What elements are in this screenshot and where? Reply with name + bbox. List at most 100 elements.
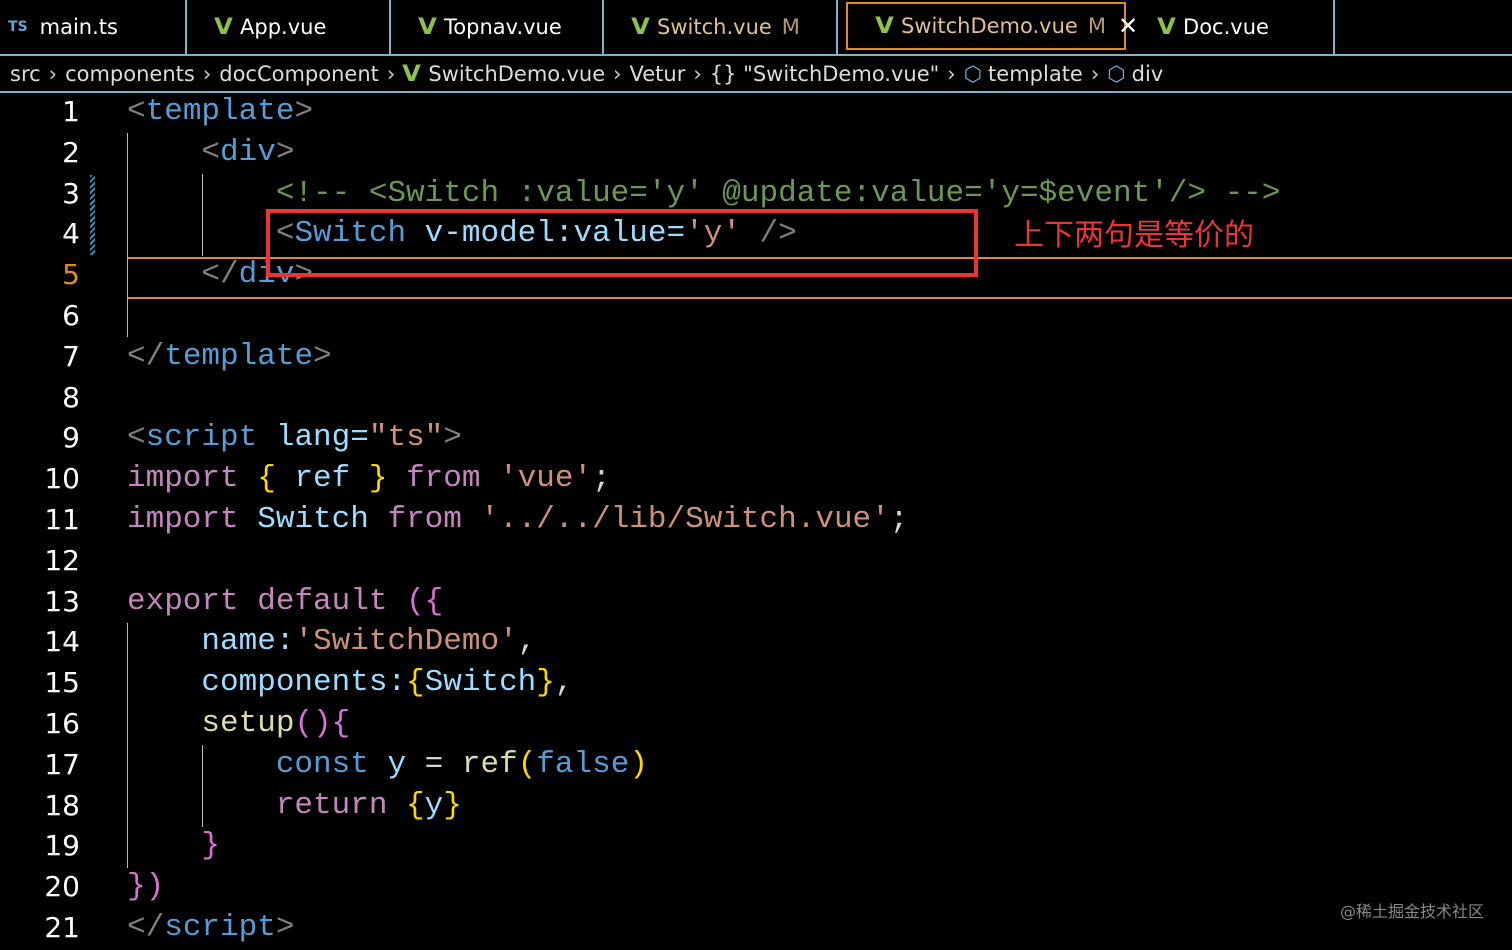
editor-tabs: TS main.ts V App.vue V Topnav.vue V Switch.vue M… — [0, 0, 1512, 56]
line-number: 1 — [62, 95, 80, 128]
code-token: { — [406, 787, 425, 823]
breadcrumb-item[interactable]: template — [988, 62, 1083, 86]
code-token: </ — [201, 257, 239, 293]
code-token: > — [275, 134, 295, 170]
breadcrumb-item[interactable]: src — [10, 62, 41, 86]
code-token: , — [517, 624, 537, 660]
modified-badge: M — [781, 15, 800, 39]
line-content[interactable]: </script> — [127, 908, 294, 949]
code-token: < — [201, 134, 221, 170]
code-line[interactable]: 9 <script lang="ts"> — [0, 418, 1512, 459]
code-token: </ — [127, 338, 165, 374]
code-token: from — [406, 461, 500, 497]
code-line[interactable]: 8 — [0, 378, 1512, 419]
code-token: } — [127, 869, 146, 905]
line-content[interactable]: </template> — [127, 337, 332, 378]
code-token: name: — [127, 624, 295, 660]
annotation-box — [266, 209, 978, 277]
line-number: 4 — [62, 217, 80, 251]
line-content[interactable]: }) — [127, 867, 164, 908]
code-token: import — [127, 461, 258, 497]
code-token: lang= — [257, 420, 369, 456]
code-token: template — [164, 338, 314, 374]
code-line[interactable]: 16 setup(){ — [0, 704, 1512, 745]
line-content[interactable]: setup(){ — [127, 704, 350, 745]
code-line[interactable]: 17 const y = ref(false) — [0, 745, 1512, 786]
chevron-right-icon: › — [1090, 62, 1100, 86]
breadcrumb-item[interactable]: docComponent — [219, 62, 379, 86]
vue-icon: V — [402, 61, 422, 87]
line-number: 12 — [44, 543, 80, 577]
tab-main-ts[interactable]: TS main.ts — [0, 0, 187, 54]
code-line[interactable]: 18 return {y} — [0, 786, 1512, 827]
code-line[interactable]: 11 import Switch from '../../lib/Switch.v… — [0, 500, 1512, 541]
code-token: y — [387, 746, 407, 782]
code-token: components: — [127, 665, 407, 701]
tab-doc-vue[interactable]: V Doc.vue — [1130, 0, 1335, 54]
line-content[interactable]: <script lang="ts"> — [127, 418, 462, 459]
line-number: 15 — [44, 666, 80, 700]
tab-label: Switch.vue — [657, 15, 772, 39]
code-line[interactable]: 10 import { ref } from 'vue'; — [0, 459, 1512, 500]
code-line[interactable]: 19 } — [0, 826, 1512, 867]
line-number: 21 — [44, 910, 80, 944]
code-token: "ts" — [368, 420, 444, 456]
code-token: > — [275, 909, 295, 945]
code-token: = — [406, 746, 462, 782]
code-line[interactable]: 21 </script> — [0, 908, 1512, 949]
tab-label: Doc.vue — [1183, 15, 1269, 39]
code-line[interactable]: 6 — [0, 296, 1512, 337]
code-token: ; — [592, 461, 611, 497]
code-token: import — [127, 501, 258, 537]
code-line[interactable]: 7 </template> — [0, 337, 1512, 378]
tab-app-vue[interactable]: V App.vue — [187, 0, 391, 54]
code-token: { — [257, 461, 295, 497]
line-content[interactable]: <template> — [127, 92, 313, 133]
code-line[interactable]: 13 export default ({ — [0, 582, 1512, 623]
code-line[interactable]: 14 name:'SwitchDemo', — [0, 622, 1512, 663]
breadcrumb-item[interactable]: SwitchDemo.vue — [428, 62, 605, 86]
line-content[interactable]: components:{Switch}, — [127, 663, 573, 704]
vue-icon: V — [1157, 14, 1176, 40]
breadcrumb-item[interactable]: {} "SwitchDemo.vue" — [710, 62, 940, 86]
breadcrumb-item[interactable]: Vetur — [630, 62, 686, 86]
line-content[interactable]: import { ref } from 'vue'; — [127, 459, 611, 500]
line-number: 20 — [44, 870, 80, 904]
code-token: < — [127, 420, 146, 456]
breadcrumb-item[interactable]: components — [65, 62, 195, 86]
code-token: { — [424, 583, 444, 619]
line-content[interactable]: <div> — [127, 133, 294, 174]
code-line[interactable]: 1 <template> — [0, 92, 1512, 133]
tab-label: SwitchDemo.vue — [901, 14, 1078, 38]
code-line[interactable]: 20}) — [0, 867, 1512, 908]
annotation-text: 上下两句是等价的 — [1014, 218, 1254, 253]
chevron-right-icon: › — [202, 62, 212, 86]
line-number: 14 — [44, 625, 80, 659]
tab-switchdemo-vue[interactable]: V SwitchDemo.vue M ✕ — [846, 2, 1138, 50]
tab-switch-vue[interactable]: V Switch.vue M — [604, 0, 838, 54]
breadcrumb-item[interactable]: div — [1132, 62, 1164, 86]
line-number: 3 — [62, 176, 80, 210]
code-token: Switch — [257, 501, 388, 537]
ts-icon: TS — [8, 19, 28, 35]
chevron-right-icon: › — [693, 62, 702, 86]
line-content[interactable]: const y = ref(false) — [127, 745, 648, 786]
line-content[interactable]: } — [127, 826, 220, 867]
line-number: 9 — [62, 421, 80, 455]
vue-icon: V — [631, 14, 650, 40]
line-content[interactable]: import Switch from '../../lib/Switch.vue… — [127, 500, 908, 541]
code-token: </ — [127, 909, 165, 945]
chevron-right-icon: › — [386, 62, 396, 86]
code-line[interactable]: 2 <div> — [0, 133, 1512, 174]
code-token: default — [257, 583, 407, 619]
code-token: ( — [517, 746, 537, 782]
tab-topnav-vue[interactable]: V Topnav.vue — [391, 0, 604, 54]
code-line[interactable]: 12 — [0, 541, 1512, 582]
cube-icon: ⬡ — [963, 62, 983, 86]
line-content[interactable]: name:'SwitchDemo', — [127, 622, 536, 663]
line-content[interactable]: return {y} — [127, 786, 462, 827]
line-content[interactable]: export default ({ — [127, 582, 443, 623]
code-line[interactable]: 15 components:{Switch}, — [0, 663, 1512, 704]
code-token: return — [127, 787, 407, 823]
